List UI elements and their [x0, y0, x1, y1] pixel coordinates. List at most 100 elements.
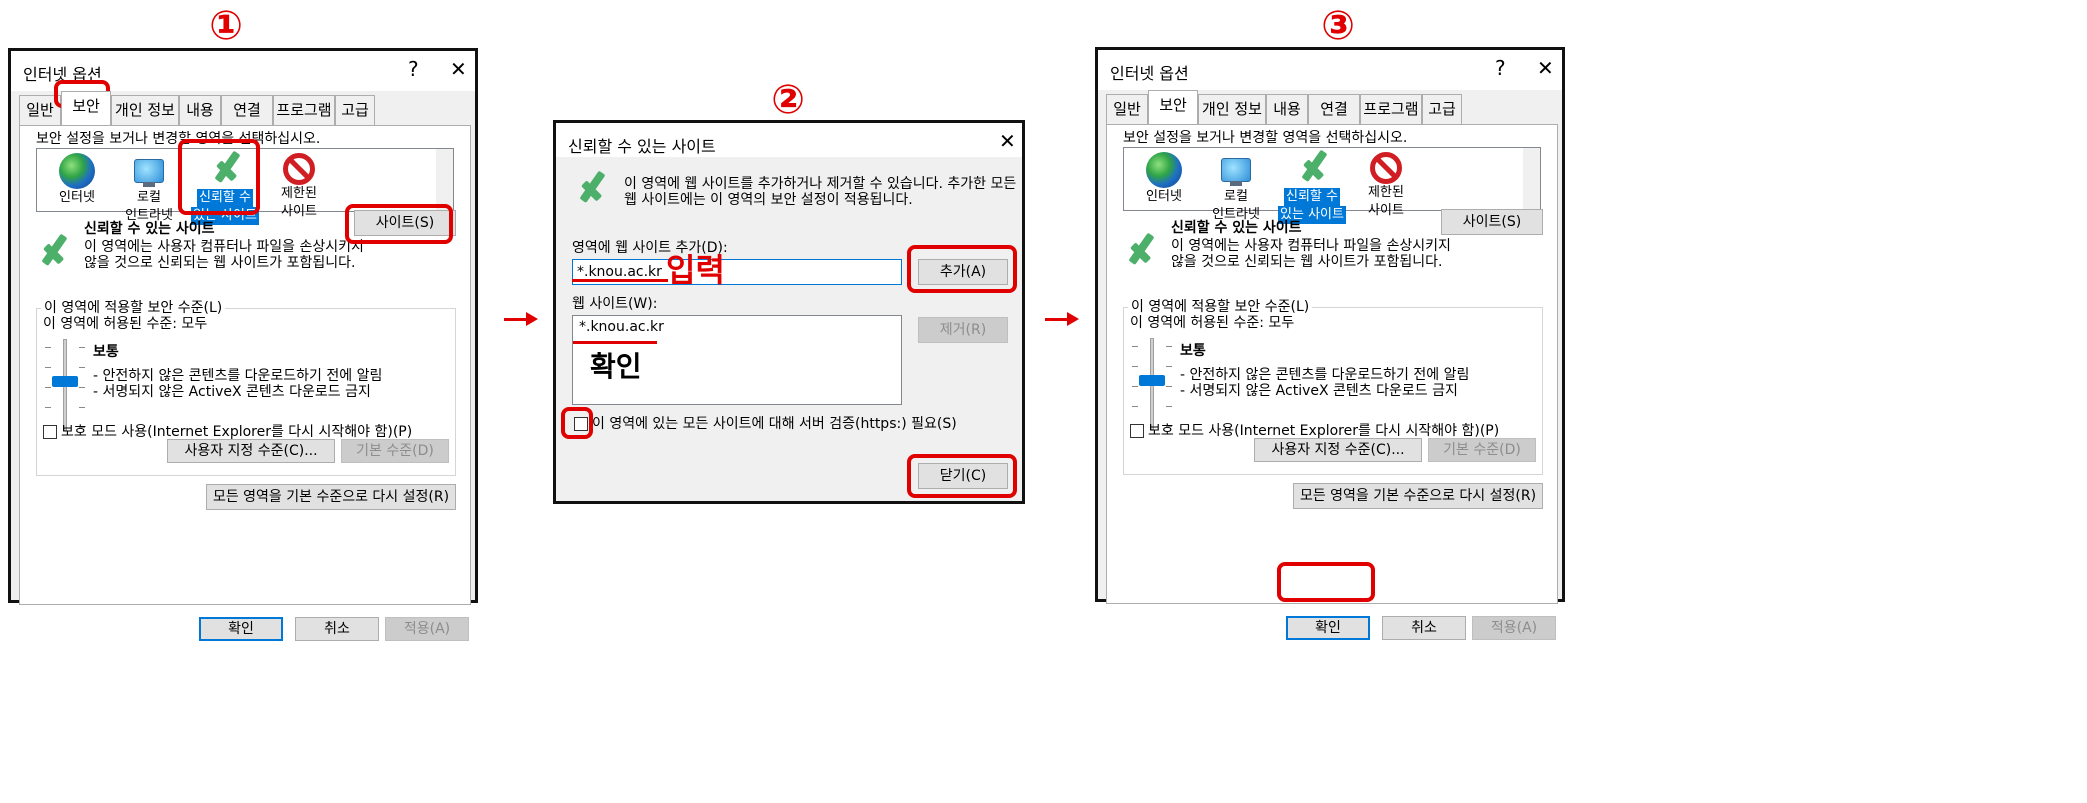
- remove-button[interactable]: 제거(R): [918, 317, 1008, 343]
- confirm-annotation: 확인: [590, 350, 642, 383]
- tab-general[interactable]: 일반: [1106, 94, 1148, 124]
- zone-local-intranet[interactable]: 로컬 인트라넷: [1196, 152, 1276, 224]
- website-underline: [573, 341, 657, 344]
- tab-privacy[interactable]: 개인 정보: [111, 95, 179, 125]
- apply-button[interactable]: 적용(A): [385, 617, 469, 641]
- globe-icon: [59, 153, 95, 189]
- level-description-2: - 서명되지 않은 ActiveX 콘텐츠 다운로드 금지: [1180, 383, 1458, 399]
- zone-local-intranet-label-1: 로컬: [137, 190, 161, 205]
- close-icon[interactable]: ✕: [1537, 56, 1554, 80]
- tab-security[interactable]: 보안: [61, 91, 111, 125]
- help-icon[interactable]: ?: [1495, 56, 1506, 80]
- level-description-2: - 서명되지 않은 ActiveX 콘텐츠 다운로드 금지: [93, 384, 371, 400]
- zone-trusted-sites[interactable]: 신뢰할 수 있는 사이트: [1272, 149, 1352, 224]
- highlight-ok-button: [1277, 562, 1375, 602]
- website-list-item[interactable]: *.knou.ac.kr: [579, 318, 664, 336]
- default-level-button[interactable]: 기본 수준(D): [1428, 438, 1536, 462]
- custom-level-button[interactable]: 사용자 지정 수준(C)...: [1254, 438, 1422, 462]
- tab-programs[interactable]: 프로그램: [273, 95, 335, 125]
- trusted-sites-check-icon: [1294, 149, 1330, 188]
- zone-internet[interactable]: 인터넷: [1124, 152, 1204, 206]
- https-verification-label: 이 영역에 있는 모든 사이트에 대해 서버 검증(https:) 필요(S): [592, 416, 957, 432]
- globe-icon: [1146, 152, 1182, 188]
- ok-button[interactable]: 확인: [199, 617, 283, 641]
- protected-mode-checkbox[interactable]: [1130, 424, 1144, 438]
- window-title: 인터넷 옵션: [1110, 64, 1189, 83]
- arrow-2-to-3-icon: [1045, 311, 1079, 327]
- close-icon[interactable]: ✕: [450, 57, 467, 81]
- reset-all-zones-button[interactable]: 모든 영역을 기본 수준으로 다시 설정(R): [206, 484, 456, 510]
- dialog-body: 일반 보안 개인 정보 내용 연결 프로그램 고급 보안 설정을 보거나 변경할…: [1098, 90, 1562, 640]
- help-icon[interactable]: ?: [408, 57, 419, 81]
- default-level-button[interactable]: 기본 수준(D): [341, 439, 449, 463]
- tab-connections[interactable]: 연결: [221, 95, 273, 125]
- selected-zone-title: 신뢰할 수 있는 사이트: [1171, 220, 1302, 236]
- zone-restricted-label-1: 제한된: [1368, 185, 1404, 200]
- zone-restricted-sites[interactable]: 제한된 사이트: [1346, 152, 1426, 220]
- zone-trusted-label-1: 신뢰할 수: [1284, 188, 1340, 206]
- arrow-1-to-2-icon: [504, 311, 538, 327]
- trusted-zone-large-check-icon: [34, 233, 70, 272]
- zone-list[interactable]: 인터넷 로컬 인트라넷 신뢰할 수 있는 사이트 제한된 사이트: [1123, 147, 1541, 224]
- security-tab-panel: 보안 설정을 보거나 변경할 영역을 선택하십시오. 인터넷 로컬 인트라넷 신…: [1106, 124, 1558, 604]
- highlight-close-button: [907, 454, 1017, 498]
- cancel-button[interactable]: 취소: [295, 617, 379, 641]
- info-text-2: 웹 사이트에는 이 영역의 보안 설정이 적용됩니다.: [624, 192, 913, 208]
- slider-thumb[interactable]: [52, 376, 78, 387]
- restricted-sites-icon: [1370, 152, 1402, 184]
- tab-privacy[interactable]: 개인 정보: [1198, 94, 1266, 124]
- tab-connections[interactable]: 연결: [1308, 94, 1360, 124]
- highlight-add-button: [907, 245, 1017, 293]
- title-bar: 인터넷 옵션 ? ✕: [1098, 50, 1562, 90]
- internet-options-window-1: 인터넷 옵션 ? ✕ 일반 보안 개인 정보 내용 연결 프로그램 고급 보안 …: [8, 48, 478, 641]
- internet-options-window-3: 인터넷 옵션 ? ✕ 일반 보안 개인 정보 내용 연결 프로그램 고급 보안 …: [1095, 47, 1565, 640]
- step-1-label: ①: [209, 3, 243, 49]
- zone-internet-label: 인터넷: [59, 190, 95, 205]
- local-intranet-icon: [131, 153, 167, 189]
- security-level-group: 이 영역에 적용할 보안 수준(L) 이 영역에 허용된 수준: 모두 보통 -…: [36, 300, 456, 476]
- local-intranet-icon: [1218, 152, 1254, 188]
- zone-restricted-label-1: 제한된: [281, 186, 317, 201]
- close-icon[interactable]: ✕: [999, 129, 1016, 153]
- zone-local-intranet[interactable]: 로컬 인트라넷: [109, 153, 189, 225]
- protected-mode-checkbox[interactable]: [43, 425, 57, 439]
- apply-button[interactable]: 적용(A): [1472, 616, 1556, 640]
- ok-button[interactable]: 확인: [1286, 616, 1370, 640]
- zone-internet[interactable]: 인터넷: [37, 153, 117, 207]
- security-level-legend: 이 영역에 적용할 보안 수준(L): [1128, 299, 1313, 315]
- reset-all-zones-button[interactable]: 모든 영역을 기본 수준으로 다시 설정(R): [1293, 483, 1543, 509]
- allowed-levels-text: 이 영역에 허용된 수준: 모두: [43, 316, 208, 332]
- sites-button[interactable]: 사이트(S): [1441, 209, 1543, 235]
- tab-security[interactable]: 보안: [1148, 90, 1198, 124]
- trusted-sites-check-icon: [572, 170, 608, 209]
- tab-content[interactable]: 내용: [1266, 94, 1308, 124]
- dialog-body: 이 영역에 웹 사이트를 추가하거나 제거할 수 있습니다. 추가한 모든 웹 …: [556, 157, 1022, 501]
- highlight-https-checkbox: [561, 407, 593, 439]
- tab-programs[interactable]: 프로그램: [1360, 94, 1422, 124]
- level-name: 보통: [93, 344, 119, 360]
- zone-prompt: 보안 설정을 보거나 변경할 영역을 선택하십시오.: [1123, 130, 1408, 146]
- zone-restricted-sites[interactable]: 제한된 사이트: [259, 153, 339, 221]
- zone-description-2: 않을 것으로 신뢰되는 웹 사이트가 포함됩니다.: [1171, 254, 1443, 270]
- websites-label: 웹 사이트(W):: [572, 296, 658, 312]
- level-name: 보통: [1180, 343, 1206, 359]
- zone-list-scrollbar[interactable]: [1523, 148, 1540, 210]
- trusted-sites-dialog: 신뢰할 수 있는 사이트 ✕ 이 영역에 웹 사이트를 추가하거나 제거할 수 …: [553, 120, 1025, 504]
- allowed-levels-text: 이 영역에 허용된 수준: 모두: [1130, 315, 1295, 331]
- tab-content[interactable]: 내용: [179, 95, 221, 125]
- security-level-group: 이 영역에 적용할 보안 수준(L) 이 영역에 허용된 수준: 모두 보통 -…: [1123, 299, 1543, 475]
- zone-list-scrollbar[interactable]: [436, 149, 453, 211]
- tab-advanced[interactable]: 고급: [1422, 94, 1462, 124]
- cancel-button[interactable]: 취소: [1382, 616, 1466, 640]
- zone-internet-label: 인터넷: [1146, 189, 1182, 204]
- security-level-slider[interactable]: [1132, 338, 1172, 430]
- highlight-sites-button: [345, 204, 453, 244]
- slider-thumb[interactable]: [1139, 375, 1165, 386]
- input-annotation: 입력: [666, 251, 725, 289]
- step-3-label: ③: [1321, 3, 1355, 49]
- restricted-sites-icon: [283, 153, 315, 185]
- custom-level-button[interactable]: 사용자 지정 수준(C)...: [167, 439, 335, 463]
- input-underline: [572, 279, 668, 282]
- tab-advanced[interactable]: 고급: [335, 95, 375, 125]
- security-level-slider[interactable]: [45, 339, 85, 431]
